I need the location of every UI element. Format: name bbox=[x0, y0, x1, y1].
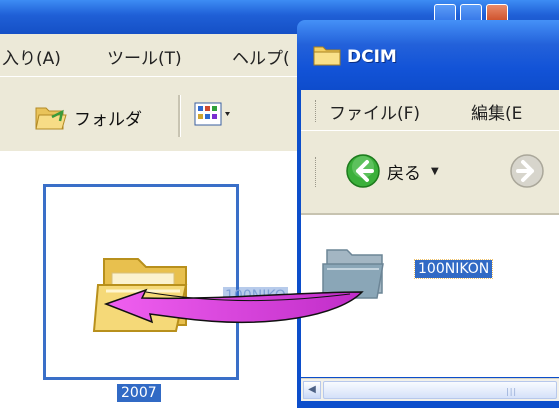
window-title: DCIM bbox=[347, 47, 397, 67]
folder-name-2007[interactable]: 2007 bbox=[117, 384, 161, 402]
folders-icon bbox=[35, 107, 67, 130]
folders-button[interactable]: フォルダ bbox=[34, 99, 142, 135]
menu-edit[interactable]: 編集(E bbox=[471, 99, 522, 124]
back-arrow-icon bbox=[346, 154, 380, 188]
scroll-left-button[interactable]: ◀ bbox=[303, 381, 321, 399]
views-icon bbox=[194, 102, 230, 126]
scroll-grip-icon: ||| bbox=[506, 387, 518, 396]
drag-ghost-label: 100NIKO bbox=[223, 287, 288, 305]
back-button[interactable]: 戻る ▼ bbox=[345, 153, 439, 189]
dcim-explorer-window: DCIM ファイル(F) 編集(E 戻る ▼ 100NIKON ◀ ||| bbox=[297, 20, 559, 408]
front-menubar: ファイル(F) 編集(E bbox=[301, 90, 559, 131]
folder-thumbnail-2007[interactable] bbox=[43, 184, 239, 380]
folder-icon bbox=[92, 258, 188, 332]
folder-name-100nikon[interactable]: 100NIKON bbox=[413, 259, 494, 279]
front-toolbar: 戻る ▼ bbox=[301, 131, 559, 215]
scroll-thumb[interactable]: ||| bbox=[323, 381, 557, 399]
menu-favorites[interactable]: 入り(A) bbox=[2, 44, 61, 69]
folders-label: フォルダ bbox=[74, 109, 142, 130]
menu-file[interactable]: ファイル(F) bbox=[329, 99, 420, 124]
back-dropdown-icon[interactable]: ▼ bbox=[431, 166, 439, 177]
menubar-grip bbox=[315, 100, 318, 122]
folder-icon bbox=[313, 46, 341, 66]
menu-help[interactable]: ヘルプ( bbox=[232, 44, 290, 69]
toolbar-grip bbox=[315, 157, 318, 187]
forward-button[interactable] bbox=[509, 153, 545, 193]
menu-tools[interactable]: ツール(T) bbox=[107, 44, 182, 69]
back-label: 戻る bbox=[387, 163, 421, 184]
views-button[interactable] bbox=[194, 101, 232, 129]
horizontal-scrollbar[interactable]: ◀ ||| bbox=[301, 378, 559, 401]
folder-icon bbox=[322, 249, 384, 299]
front-window-titlebar[interactable]: DCIM bbox=[297, 20, 559, 90]
forward-arrow-icon bbox=[510, 154, 544, 188]
toolbar-separator bbox=[178, 95, 181, 137]
